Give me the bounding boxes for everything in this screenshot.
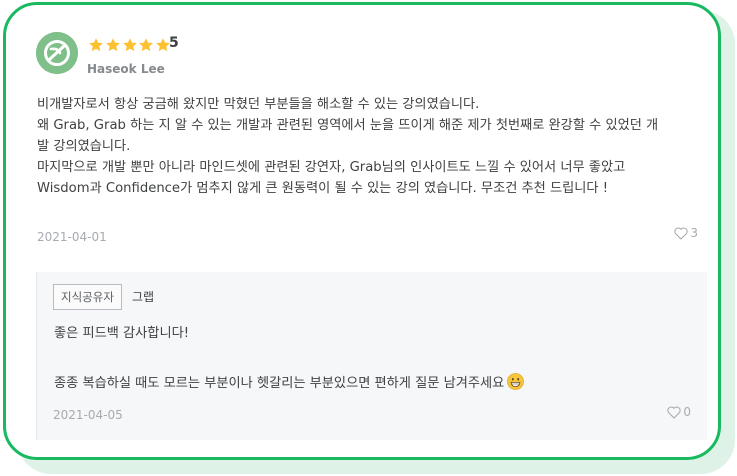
reply-like-button[interactable]: 0 <box>667 405 691 419</box>
star-icon <box>122 38 137 52</box>
user-avatar-icon[interactable] <box>36 32 78 74</box>
instructor-badge: 지식공유자 <box>53 284 122 310</box>
review-body: 비개발자로서 항상 궁금해 왔지만 막혔던 부분들을 해소할 수 있는 강의였습… <box>37 94 697 199</box>
review-body-line: 마지막으로 개발 뿐만 아니라 마인드셋에 관련된 강연자, Grab님의 인사… <box>37 160 626 175</box>
review-body-line: Wisdom과 Confidence가 멈추지 않게 큰 원동력이 될 수 있는… <box>37 181 608 196</box>
reply-author[interactable]: 그랩 <box>132 288 154 305</box>
star-icon <box>139 38 154 52</box>
star-rating <box>88 37 172 53</box>
reply-date: 2021-04-05 <box>53 408 123 422</box>
reply-body: 좋은 피드백 감사합니다! 종종 복습하실 때도 모르는 부분이나 헷갈리는 부… <box>54 321 694 399</box>
review-body-line: 비개발자로서 항상 궁금해 왔지만 막혔던 부분들을 해소할 수 있는 강의였습… <box>37 97 480 112</box>
reply-body-line: 종종 복습하실 때도 모르는 부분이나 헷갈리는 부분있으면 편하게 질문 남겨… <box>54 371 694 399</box>
review-card: 5 Haseok Lee 비개발자로서 항상 궁금해 왔지만 막혔던 부분들을 … <box>3 2 721 460</box>
review-like-button[interactable]: 3 <box>674 226 698 240</box>
rating-value: 5 <box>169 35 179 51</box>
like-count: 0 <box>683 405 691 419</box>
star-icon <box>89 38 103 52</box>
reply-body-line-text: 종종 복습하실 때도 모르는 부분이나 헷갈리는 부분있으면 편하게 질문 남겨… <box>54 376 505 391</box>
review-author[interactable]: Haseok Lee <box>87 62 165 76</box>
like-count: 3 <box>690 226 698 240</box>
grinning-face-emoji-icon <box>507 373 525 399</box>
review-date: 2021-04-01 <box>37 230 107 244</box>
review-body-line: 왜 Grab, Grab 하는 지 알 수 있는 개발과 관련된 영역에서 눈을… <box>37 118 659 133</box>
heart-outline-icon <box>674 226 689 240</box>
heart-outline-icon <box>667 405 682 419</box>
review-body-line: 발 강의였습니다. <box>37 139 131 154</box>
reply-body-line: 좋은 피드백 감사합니다! <box>54 326 189 341</box>
instructor-reply: 지식공유자 그랩 좋은 피드백 감사합니다! 종종 복습하실 때도 모르는 부분… <box>36 272 707 440</box>
reply-body-line <box>54 346 694 371</box>
star-icon <box>105 38 120 52</box>
